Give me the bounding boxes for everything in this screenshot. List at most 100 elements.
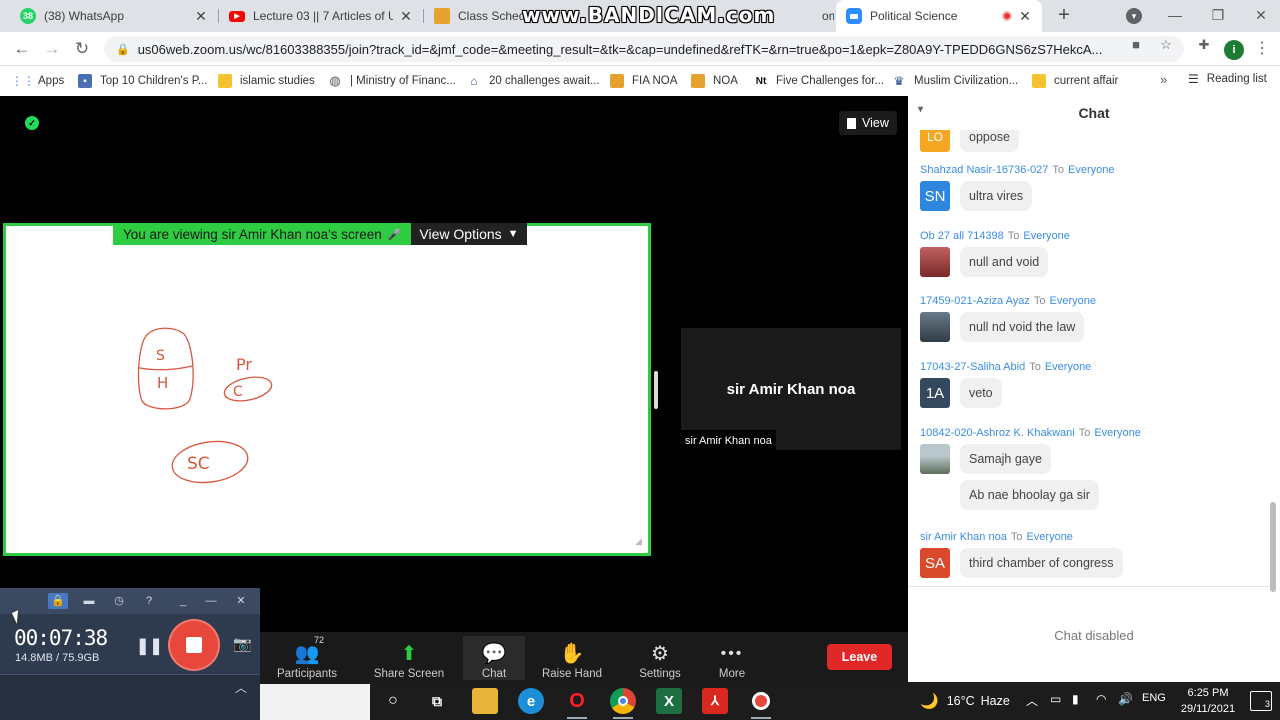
wifi-icon[interactable]: ◠: [1096, 692, 1106, 706]
back-arrow-icon[interactable]: ←: [12, 39, 32, 59]
taskbar-search-box[interactable]: [260, 684, 370, 720]
message-text: ultra vires: [960, 181, 1033, 211]
more-bookmarks-chevron-icon[interactable]: »: [1160, 72, 1167, 87]
bookmark-apps[interactable]: ⋮⋮ Apps: [11, 72, 64, 90]
raise-hand-button[interactable]: ✋ Raise Hand: [532, 636, 612, 680]
tab-youtube-lecture[interactable]: ▶ Lecture 03 || 7 Articles of US C ✕: [219, 0, 423, 32]
minimize-window-button[interactable]: —: [1160, 4, 1190, 26]
close-tab-icon[interactable]: ✕: [399, 8, 413, 25]
chat-message: Shahzad Nasir-16736-027 To Everyone SN ult…: [920, 164, 1260, 211]
chat-scrollbar[interactable]: [1270, 502, 1276, 592]
edge-browser-icon[interactable]: e: [518, 688, 544, 714]
settings-gear-icon: ⚙: [651, 643, 669, 665]
close-icon[interactable]: ✕: [231, 593, 251, 609]
collapse-chevron-icon[interactable]: ▾: [918, 104, 923, 115]
bandicam-taskbar-icon[interactable]: [748, 688, 774, 719]
acrobat-pdf-icon[interactable]: ⅄: [702, 688, 728, 714]
screen-share-banner: You are viewing sir Amir Khan noa's scre…: [113, 223, 527, 245]
close-tab-icon[interactable]: ✕: [194, 8, 208, 25]
message-to: To: [1078, 427, 1091, 439]
tab-whatsapp[interactable]: 38 (38) WhatsApp ✕: [10, 0, 218, 32]
weather-widget[interactable]: 🌙 16°C Haze: [920, 692, 1010, 710]
lock-icon[interactable]: 🔒: [48, 593, 68, 609]
file-explorer-icon[interactable]: [472, 688, 498, 714]
bookmark-20-challenges[interactable]: ⌂ 20 challenges await...: [467, 72, 599, 90]
message-recipient: Everyone: [1068, 164, 1115, 176]
camera-blocked-icon[interactable]: ■: [1128, 37, 1144, 53]
bookmark-current-affair[interactable]: current affair: [1032, 72, 1118, 90]
opera-browser-icon[interactable]: O: [564, 688, 590, 719]
message-to: To: [1052, 164, 1065, 176]
browser-menu-icon[interactable]: ⋮: [1254, 39, 1270, 59]
excel-icon[interactable]: X: [656, 688, 682, 714]
expand-chevron-icon[interactable]: ︿: [235, 679, 247, 696]
forward-arrow-icon[interactable]: →: [42, 39, 62, 59]
encryption-shield-icon[interactable]: ✓: [25, 116, 39, 130]
stop-recording-button[interactable]: [170, 621, 218, 669]
taskbar-clock[interactable]: 6:25 PM 29/11/2021: [1172, 685, 1244, 717]
pause-recording-button[interactable]: ❚❚: [136, 636, 163, 656]
chat-message: 17043-27-Saliha Abid To Everyone 1A veto: [920, 361, 1260, 408]
folder-icon[interactable]: ▬: [79, 593, 99, 609]
address-toolbar: ← → ↻ 🔒 us06web.zoom.us/wc/81603388355/j…: [0, 32, 1280, 66]
notification-center-icon[interactable]: 3: [1250, 691, 1272, 711]
split-view-handle[interactable]: [654, 371, 658, 409]
bookmark-islamic-studies[interactable]: islamic studies: [218, 72, 315, 90]
chat-button[interactable]: 💬 Chat: [463, 636, 525, 680]
minimize-icon[interactable]: —: [201, 593, 221, 609]
more-button[interactable]: ••• More: [692, 636, 772, 680]
chrome-browser-icon[interactable]: [610, 688, 636, 719]
bookmark-star-icon[interactable]: ☆: [1158, 37, 1174, 53]
help-icon[interactable]: ?: [139, 593, 159, 609]
meet-now-icon[interactable]: ▭: [1050, 692, 1061, 706]
view-options-dropdown[interactable]: View Options ▼: [411, 223, 527, 245]
screenshot-camera-icon[interactable]: 📷: [233, 635, 252, 653]
extensions-puzzle-icon[interactable]: ✚: [1196, 37, 1212, 53]
leave-meeting-button[interactable]: Leave: [827, 644, 892, 670]
bookmark-top-10-children[interactable]: ▪ Top 10 Children's P...: [78, 72, 207, 90]
avatar-photo: [920, 312, 950, 342]
sh-divider-line: [139, 365, 193, 371]
recording-dot-icon: [1002, 11, 1012, 21]
youtube-icon: ▶: [229, 10, 245, 22]
share-screen-button[interactable]: ⬆ Share Screen: [369, 636, 449, 680]
bookmark-ministry-of-finance[interactable]: ◍ | Ministry of Financ...: [328, 72, 456, 90]
view-button[interactable]: View: [839, 111, 897, 135]
toolbar-label: Share Screen: [373, 668, 445, 680]
reload-icon[interactable]: ↻: [72, 39, 92, 59]
language-indicator[interactable]: ENG: [1142, 692, 1166, 704]
participants-button[interactable]: 👥 72 Participants: [267, 635, 347, 680]
compact-mode-icon[interactable]: _: [173, 593, 193, 609]
show-hidden-icons-chevron[interactable]: ︿: [1026, 692, 1038, 709]
tab-search-icon[interactable]: ▾: [1126, 8, 1142, 24]
bookmark-fia-noa[interactable]: FIA NOA: [610, 72, 677, 90]
volume-icon[interactable]: 🔊: [1118, 692, 1133, 706]
close-window-button[interactable]: ✕: [1246, 4, 1276, 26]
restore-window-button[interactable]: ❐: [1203, 4, 1233, 26]
message-text: veto: [960, 378, 1002, 408]
tab-political-science[interactable]: Political Science ✕: [836, 0, 1042, 32]
message-sender: Ob 27 all 714398: [920, 230, 1004, 242]
new-tab-button[interactable]: +: [1052, 4, 1076, 28]
profile-avatar[interactable]: i: [1224, 40, 1244, 60]
crown-icon: ♛: [893, 74, 905, 88]
close-tab-icon[interactable]: ✕: [1018, 8, 1032, 25]
message-text: Samajh gaye: [960, 444, 1051, 474]
resize-corner-icon[interactable]: ◢: [635, 536, 642, 547]
battery-icon[interactable]: ▮: [1072, 692, 1079, 706]
task-view-icon[interactable]: ⧉: [424, 688, 450, 714]
settings-button[interactable]: ⚙ Settings: [620, 636, 700, 680]
avatar: SA: [920, 548, 950, 578]
bookmark-noa[interactable]: NOA: [691, 72, 738, 90]
cortana-circle-icon[interactable]: ○: [380, 688, 406, 714]
bookmark-muslim-civilization[interactable]: ♛ Muslim Civilization...: [892, 72, 1019, 90]
chat-disabled-notice: Chat disabled: [1054, 628, 1134, 643]
clock-icon[interactable]: ◷: [109, 593, 129, 609]
bookmark-five-challenges[interactable]: Nt Five Challenges for...: [754, 72, 884, 90]
chat-message-list[interactable]: LO oppose Shahzad Nasir-16736-027 To Every…: [908, 130, 1270, 586]
whiteboard-s-letter: S: [156, 348, 165, 364]
url-bar[interactable]: 🔒 us06web.zoom.us/wc/81603388355/join?tr…: [104, 36, 1184, 62]
reading-list-button[interactable]: ☰ Reading list: [1188, 72, 1267, 86]
message-sender: 17043-27-Saliha Abid: [920, 361, 1026, 373]
bookmark-label: islamic studies: [240, 75, 315, 87]
